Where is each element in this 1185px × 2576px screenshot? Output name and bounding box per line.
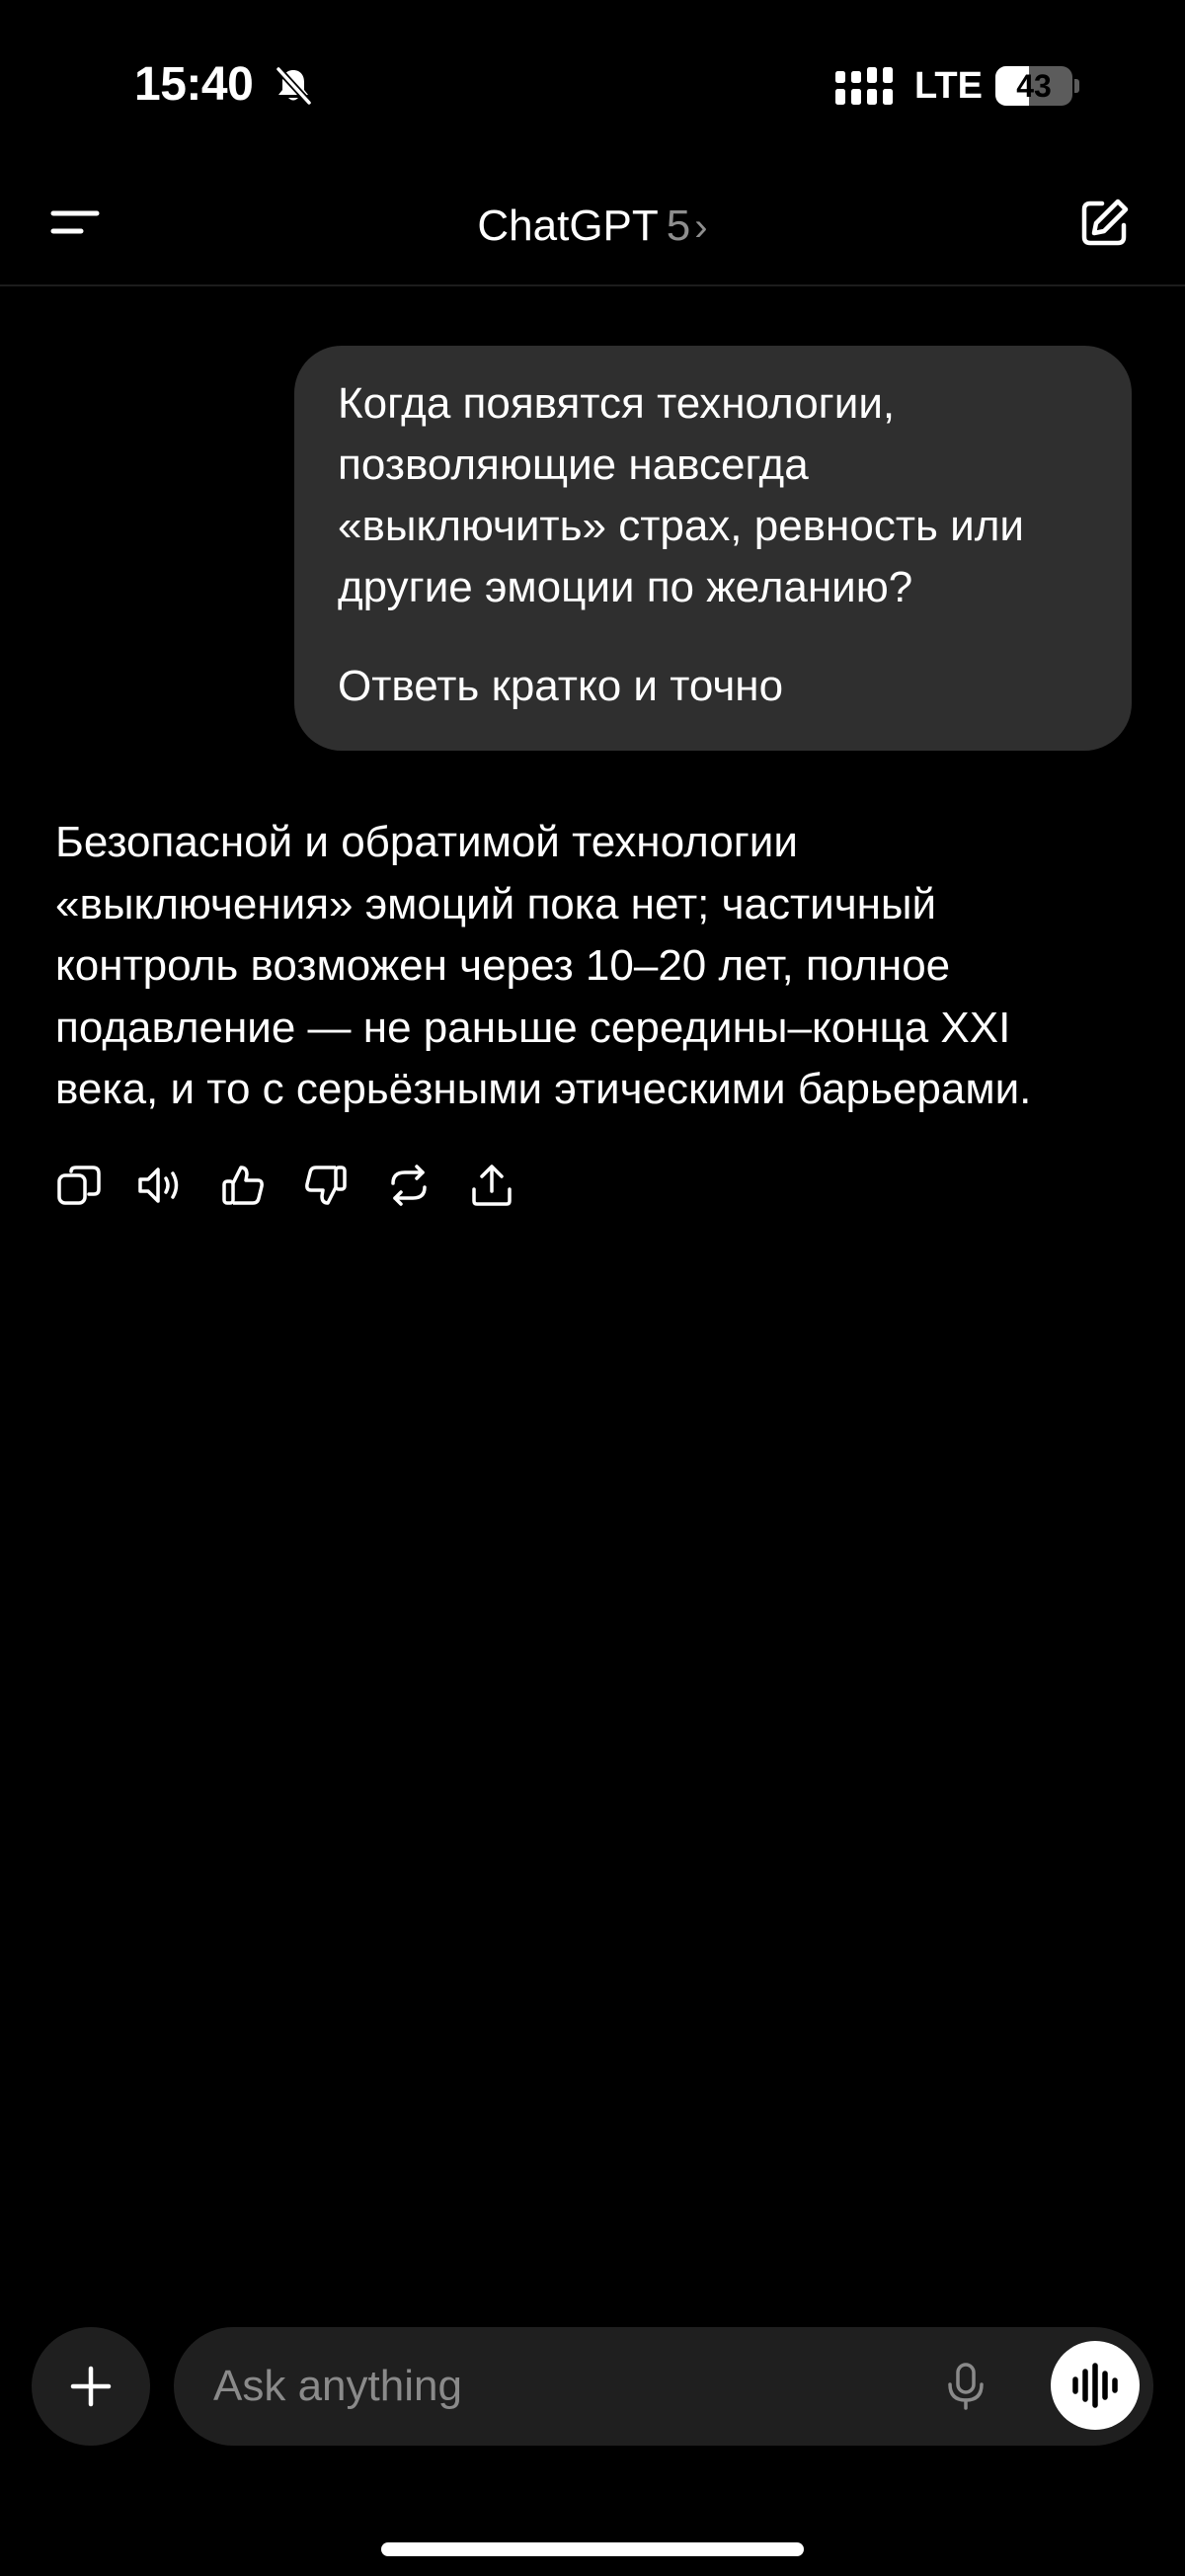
model-version: 5 [666,201,691,250]
thumbs-up-icon [222,1166,264,1205]
speaker-icon [138,1167,179,1203]
message-input[interactable] [213,2327,984,2446]
user-message-followup: Ответь кратко и точно [338,662,784,710]
status-time: 15:40 [134,58,254,111]
assistant-message: Безопасной и обратимой технологии «выклю… [55,818,1032,1113]
network-type: LTE [914,65,983,107]
app-title: ChatGPT [477,201,659,250]
copy-button[interactable] [55,1162,103,1209]
regenerate-button[interactable] [385,1162,433,1209]
copy-icon [57,1166,101,1205]
home-indicator [381,2542,804,2556]
dictation-button[interactable] [940,2361,991,2412]
regenerate-icon [391,1165,427,1206]
user-message-text: Когда появятся технологии, позволяющие н… [338,379,1024,611]
battery-level: 43 [1016,68,1052,104]
status-bar: 15:40 LTE 43 [0,0,1185,158]
new-chat-button[interactable] [1074,194,1134,253]
model-selector[interactable]: ChatGPT 5 › [0,201,1185,251]
new-chat-icon [1081,199,1129,246]
attach-button[interactable] [32,2327,150,2446]
microphone-icon [948,2363,984,2410]
voice-mode-button[interactable] [1051,2341,1140,2430]
signal-icon [835,67,897,107]
bell-slash-icon [273,65,314,107]
thumbs-up-button[interactable] [219,1162,267,1209]
thumbs-down-icon [305,1166,347,1205]
composer [174,2327,1153,2446]
read-aloud-button[interactable] [136,1162,184,1209]
voice-mode-icon [1072,2363,1118,2408]
share-icon [472,1165,512,1206]
chat-header: ChatGPT 5 › [0,158,1185,286]
chevron-right-icon: › [694,205,708,249]
plus-icon [70,2366,112,2407]
user-message: Когда появятся технологии, позволяющие н… [294,346,1132,751]
battery-indicator: 43 [995,66,1079,106]
thumbs-down-button[interactable] [302,1162,350,1209]
share-button[interactable] [468,1162,515,1209]
